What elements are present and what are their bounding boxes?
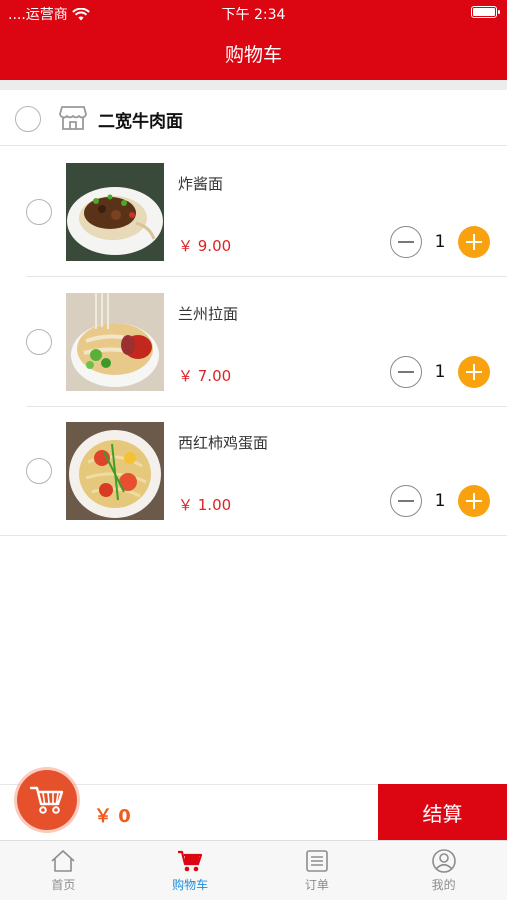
quantity-value: 1 xyxy=(434,491,446,511)
tab-orders[interactable]: 订单 xyxy=(254,841,381,900)
minus-icon[interactable] xyxy=(390,485,422,517)
list-icon xyxy=(306,850,328,872)
checkout-button-label: 结算 xyxy=(422,801,463,826)
item-price: ￥ 9.00 xyxy=(178,237,232,255)
plus-icon[interactable] xyxy=(458,356,490,388)
quantity-stepper: 1 xyxy=(390,355,490,389)
quantity-stepper: 1 xyxy=(390,484,490,518)
cart-button[interactable] xyxy=(17,770,77,830)
tab-label: 首页 xyxy=(51,878,76,892)
status-time: 下午 2:34 xyxy=(221,7,286,23)
item-name: 兰州拉面 xyxy=(178,305,239,323)
status-bar: ....运营商 下午 2:34 xyxy=(0,0,507,26)
checkout-button[interactable]: 结算 xyxy=(378,784,507,840)
minus-icon[interactable] xyxy=(390,226,422,258)
cart-icon xyxy=(29,786,64,814)
quantity-value: 1 xyxy=(434,362,446,382)
food-image-zhajiangmian xyxy=(66,163,164,261)
tab-label: 购物车 xyxy=(172,878,209,892)
section-gap xyxy=(0,80,507,90)
item-price: ￥ 7.00 xyxy=(178,367,232,385)
cart-item: 兰州拉面 ￥ 7.00 1 xyxy=(0,277,507,407)
plus-icon[interactable] xyxy=(458,485,490,517)
page-title: 购物车 xyxy=(224,43,282,66)
cart-item: 炸酱面 ￥ 9.00 1 xyxy=(0,147,507,277)
item-select-radio[interactable] xyxy=(26,458,52,484)
item-name: 炸酱面 xyxy=(178,175,224,193)
home-icon xyxy=(51,850,75,872)
plus-icon[interactable] xyxy=(458,226,490,258)
tab-profile[interactable]: 我的 xyxy=(380,841,507,900)
tab-cart[interactable]: 购物车 xyxy=(127,841,254,900)
item-select-radio[interactable] xyxy=(26,199,52,225)
cart-icon xyxy=(178,850,203,872)
food-image-tomato-egg-noodles xyxy=(66,422,164,520)
total-price: ￥ 0 xyxy=(94,806,131,827)
tab-label: 我的 xyxy=(431,878,456,892)
shop-select-radio[interactable] xyxy=(15,106,41,132)
shop-header: 二宽牛肉面 xyxy=(0,90,507,146)
item-select-radio[interactable] xyxy=(26,329,52,355)
food-image-lanzhou-lamian xyxy=(66,293,164,391)
user-icon xyxy=(431,849,456,873)
tab-bar: 首页 购物车 订单 我的 xyxy=(0,840,507,900)
item-price: ￥ 1.00 xyxy=(178,496,232,514)
minus-icon[interactable] xyxy=(390,356,422,388)
tab-label: 订单 xyxy=(304,878,329,892)
nav-bar: 购物车 xyxy=(0,26,507,80)
quantity-stepper: 1 xyxy=(390,225,490,259)
cart-item: 西红柿鸡蛋面 ￥ 1.00 1 xyxy=(0,406,507,536)
quantity-value: 1 xyxy=(434,232,446,252)
battery-icon xyxy=(471,6,500,18)
tab-home[interactable]: 首页 xyxy=(0,841,127,900)
shop-icon xyxy=(59,106,87,130)
shop-name: 二宽牛肉面 xyxy=(98,112,183,132)
item-name: 西红柿鸡蛋面 xyxy=(178,434,269,452)
